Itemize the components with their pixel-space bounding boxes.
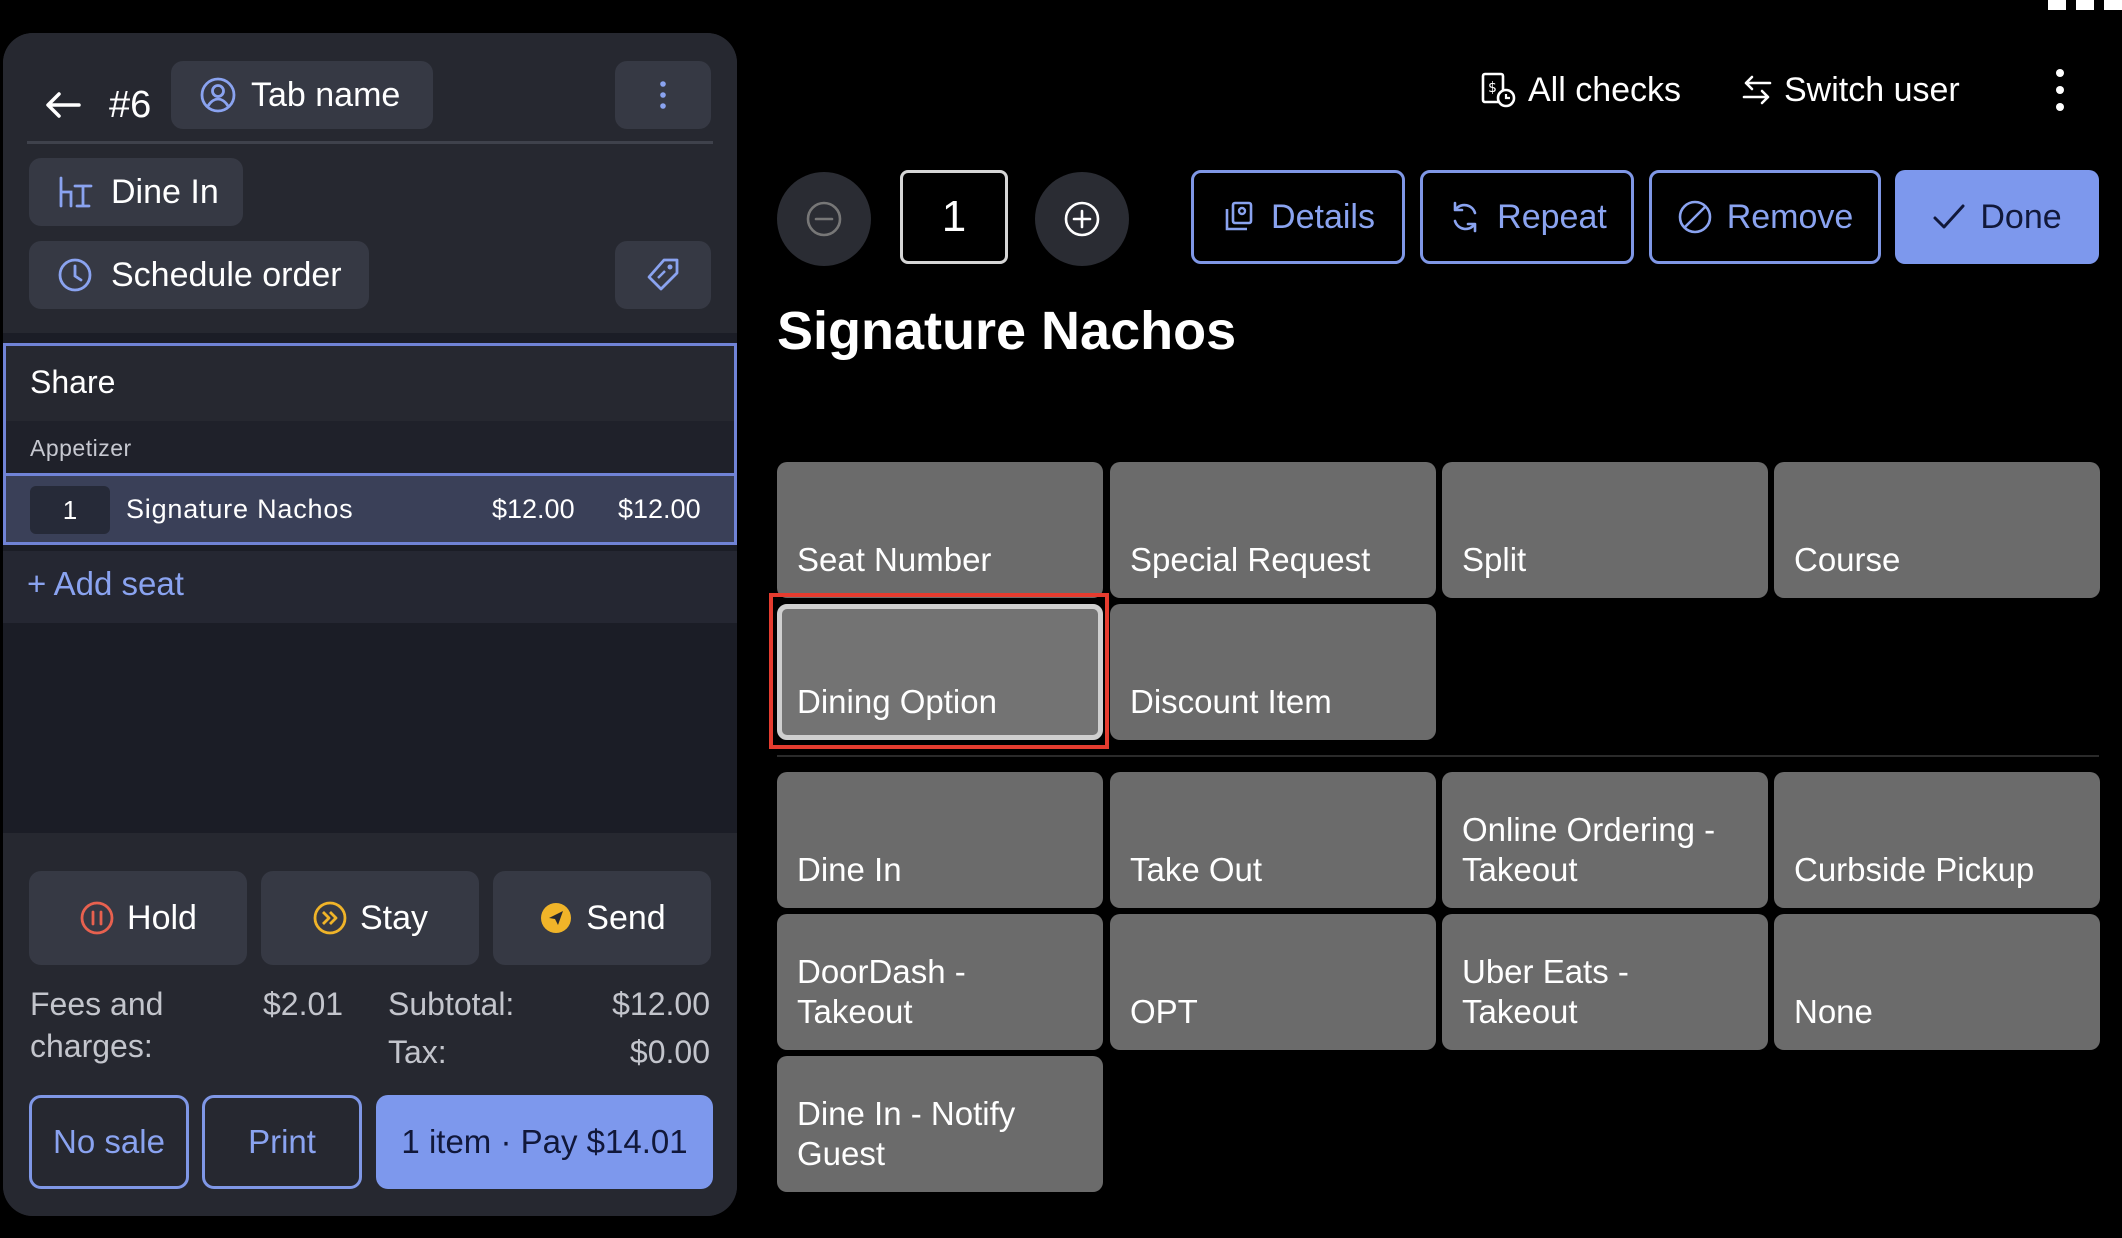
dining-option-tile[interactable]: Dining Option (777, 604, 1103, 740)
details-label: Details (1271, 197, 1375, 236)
repeat-label: Repeat (1497, 197, 1607, 236)
subtotal-label: Subtotal: (388, 986, 515, 1022)
category-label: Appetizer (30, 435, 132, 461)
svg-text:$: $ (1488, 80, 1497, 96)
send-button[interactable]: Send (493, 871, 711, 965)
item-price: $12.00 (492, 494, 575, 524)
curbside-pickup-option[interactable]: Curbside Pickup (1774, 772, 2100, 908)
schedule-order-button[interactable]: Schedule order (29, 241, 369, 309)
fast-forward-circle-icon (313, 901, 347, 935)
seat-number-tile[interactable]: Seat Number (777, 462, 1103, 598)
tax-value: $0.00 (629, 1034, 710, 1070)
header-divider (27, 141, 713, 144)
no-sale-button[interactable]: No sale (29, 1095, 189, 1189)
print-button[interactable]: Print (202, 1095, 362, 1189)
fees-label: Fees and charges: (30, 986, 164, 1064)
uber-eats-takeout-option[interactable]: Uber Eats - Takeout (1442, 914, 1768, 1050)
add-seat-row[interactable]: + Add seat (3, 551, 737, 623)
add-seat-link[interactable]: + Add seat (27, 565, 184, 603)
item-name: Signature Nachos (126, 494, 354, 524)
item-title: Signature Nachos (777, 301, 1237, 361)
order-items-area: Share Appetizer 1 Signature Nachos $12.0… (3, 333, 737, 833)
discount-tag-button[interactable] (615, 241, 711, 309)
swap-arrows-icon (1742, 75, 1772, 105)
pause-circle-icon (80, 901, 114, 935)
increase-quantity-button[interactable] (1035, 172, 1129, 266)
back-arrow-icon[interactable] (41, 83, 85, 127)
details-icon (1225, 201, 1253, 231)
tax-label: Tax: (388, 1034, 447, 1070)
tab-name-button[interactable]: Tab name (171, 61, 433, 129)
schedule-order-label: Schedule order (111, 255, 342, 294)
wifi-icon (2048, 0, 2066, 10)
overflow-menu-button[interactable] (2040, 62, 2080, 118)
order-menu-button[interactable] (615, 61, 711, 129)
none-option[interactable]: None (1774, 914, 2100, 1050)
order-item-row[interactable]: 1 Signature Nachos $12.00 $12.00 (6, 473, 734, 542)
prohibited-icon (1678, 200, 1711, 234)
course-tile[interactable]: Course (1774, 462, 2100, 598)
kebab-menu-icon (2056, 69, 2064, 111)
split-tile[interactable]: Split (1442, 462, 1768, 598)
clock-icon (58, 258, 92, 292)
stay-button[interactable]: Stay (261, 871, 479, 965)
hold-label: Hold (127, 898, 197, 937)
dine-in-option[interactable]: Dine In (777, 772, 1103, 908)
done-button[interactable]: Done (1895, 170, 2099, 264)
special-request-tile[interactable]: Special Request (1110, 462, 1436, 598)
seat-group[interactable]: Share Appetizer 1 Signature Nachos $12.0… (3, 343, 737, 545)
remove-button[interactable]: Remove (1649, 170, 1881, 264)
take-out-option[interactable]: Take Out (1110, 772, 1436, 908)
doordash-takeout-option[interactable]: DoorDash - Takeout (777, 914, 1103, 1050)
order-panel: #6 Tab name Dine In Schedule order Share… (3, 33, 737, 1216)
tab-number: #6 (109, 84, 152, 126)
status-bar-icons (1972, 0, 2122, 10)
dining-option-label: Dine In (111, 172, 219, 211)
switch-user-label: Switch user (1784, 70, 1960, 109)
fees-value: $2.01 (263, 986, 344, 1022)
repeat-button[interactable]: Repeat (1420, 170, 1634, 264)
tag-icon (647, 258, 679, 291)
signal-icon (2076, 0, 2094, 10)
battery-icon (2104, 0, 2122, 10)
user-circle-icon (200, 77, 236, 113)
quantity-value[interactable]: 1 (900, 170, 1008, 264)
send-label: Send (586, 898, 666, 937)
discount-item-tile[interactable]: Discount Item (1110, 604, 1436, 740)
table-chair-icon (59, 176, 93, 208)
stay-label: Stay (359, 898, 429, 937)
hold-button[interactable]: Hold (29, 871, 247, 965)
section-divider (777, 755, 2099, 757)
decrease-quantity-button[interactable] (777, 172, 871, 266)
all-checks-label: All checks (1528, 70, 1682, 109)
item-quantity: 1 (30, 486, 110, 534)
pay-button[interactable]: 1 item · Pay $14.01 (376, 1095, 713, 1189)
send-circle-icon (541, 903, 572, 933)
order-header: #6 Tab name Dine In Schedule order (3, 33, 737, 333)
tab-name-label: Tab name (251, 75, 401, 114)
dining-option-button[interactable]: Dine In (29, 158, 243, 226)
repeat-icon (1453, 201, 1477, 233)
minus-circle-icon (806, 201, 842, 237)
category-row: Appetizer (6, 421, 734, 476)
done-label: Done (1980, 197, 2062, 236)
kebab-menu-icon (660, 81, 666, 109)
plus-circle-icon (1064, 201, 1100, 237)
details-button[interactable]: Details (1191, 170, 1405, 264)
all-checks-button[interactable]: $ All checks (1478, 62, 1681, 118)
opt-option[interactable]: OPT (1110, 914, 1436, 1050)
checks-icon: $ (1481, 72, 1516, 108)
switch-user-button[interactable]: Switch user (1740, 62, 1960, 118)
online-ordering-takeout-option[interactable]: Online Ordering - Takeout (1442, 772, 1768, 908)
subtotal-value: $12.00 (612, 986, 710, 1022)
dine-in-notify-guest-option[interactable]: Dine In - Notify Guest (777, 1056, 1103, 1192)
order-footer: Hold Stay Send Fees and charges: $2.01 S… (3, 843, 737, 1216)
item-total: $12.00 (618, 494, 701, 524)
checkmark-icon (1933, 204, 1965, 229)
remove-label: Remove (1726, 197, 1854, 236)
seat-title: Share (30, 364, 116, 400)
